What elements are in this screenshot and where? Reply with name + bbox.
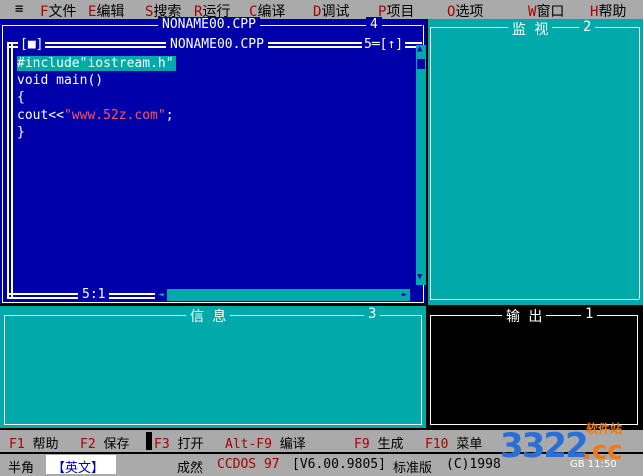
scroll-left-arrow-icon[interactable]: ◄: [155, 289, 167, 301]
menu-label: 窗口: [536, 4, 565, 20]
fkey-make[interactable]: F9 生成: [354, 433, 404, 452]
fkey-save[interactable]: F2 保存: [80, 433, 130, 452]
fkey-label: 菜单: [456, 437, 483, 452]
fkey-compile[interactable]: Alt-F9 编译: [225, 433, 306, 452]
zoom-button[interactable]: 5═[↑]: [362, 37, 406, 52]
watermark-logo: 3322 .cc 软件站 GB 11:50: [498, 418, 643, 476]
menu-label: 帮助: [598, 4, 627, 20]
menu-help[interactable]: H帮助: [590, 1, 626, 21]
back-window-number: 4: [366, 17, 382, 32]
editor-title: NONAME00.CPP: [166, 37, 268, 52]
fkey-label: 编译: [279, 437, 306, 452]
watch-right-border: [639, 27, 640, 299]
menu-label: 选项: [455, 4, 484, 20]
input-mode-box[interactable]: 【英文】: [46, 455, 116, 476]
fkey-label: 打开: [177, 437, 204, 452]
fkey-label: 保存: [103, 437, 130, 452]
menu-debug[interactable]: D调试: [313, 1, 349, 21]
back-window-bottom-border: [2, 302, 424, 303]
watermark-site: 软件站: [586, 422, 623, 436]
input-mode-label: 【英文】: [52, 461, 105, 476]
menu-bar: ≡ F文件 E编辑 S搜索 R运行 C编译 D调试 P项目 O选项 W窗口 H帮…: [0, 0, 643, 21]
fkey-key: Alt-F9: [225, 437, 272, 452]
menu-label: 调试: [321, 4, 350, 20]
system-menu-icon[interactable]: ≡: [15, 1, 23, 17]
menu-label: 编译: [257, 4, 286, 20]
fkey-help[interactable]: F1 帮助: [9, 433, 59, 452]
code-line[interactable]: cout<<"www.52z.com";: [17, 108, 174, 123]
code-line[interactable]: void main(): [17, 73, 103, 88]
vertical-scrollbar[interactable]: ▲ ▼: [416, 45, 426, 285]
code-string: "www.52z.com": [63, 108, 166, 123]
message-bottom-border: [4, 424, 422, 425]
watch-title: 监 视: [508, 19, 553, 39]
close-box-button[interactable]: [■]: [18, 37, 46, 52]
menu-project[interactable]: P项目: [378, 1, 414, 21]
fkey-label: 生成: [377, 437, 404, 452]
watch-panel[interactable]: 监 视 2: [428, 19, 643, 305]
message-right-border: [421, 315, 422, 425]
scroll-right-arrow-icon[interactable]: ►: [399, 289, 410, 301]
menu-window[interactable]: W窗口: [528, 1, 564, 21]
code-line[interactable]: #include"iostream.h": [17, 56, 176, 71]
fkey-key: F9: [354, 437, 370, 452]
brand-prefix: 成然: [177, 461, 204, 476]
fkey-key: F1: [9, 437, 25, 452]
back-window-left-border: [2, 25, 3, 303]
fkey-label: 帮助: [32, 437, 59, 452]
output-number: 1: [581, 306, 598, 322]
fkey-key: F10: [425, 437, 449, 452]
watermark-small: GB 11:50: [570, 459, 617, 470]
output-title: 输 出: [502, 306, 547, 326]
output-left-border: [430, 315, 431, 425]
output-panel[interactable]: 输 出 1: [428, 306, 641, 428]
copyright-label: (C)1998: [446, 457, 501, 472]
fkey-key: F3: [154, 437, 170, 452]
menu-options[interactable]: O选项: [447, 1, 483, 21]
text-cursor-block: [146, 432, 152, 450]
message-panel[interactable]: 信 息 3: [0, 306, 426, 428]
fkey-open[interactable]: F3 打开: [154, 433, 204, 452]
scroll-down-arrow-icon[interactable]: ▼: [417, 273, 425, 282]
fkey-menu[interactable]: F10 菜单: [425, 433, 482, 452]
code-text: ;: [165, 108, 174, 123]
scroll-up-arrow-icon[interactable]: ▲: [417, 45, 425, 54]
menu-label: 项目: [386, 4, 415, 20]
edition-label: 标准版: [393, 461, 433, 476]
code-line[interactable]: }: [17, 125, 25, 140]
fkey-key: F2: [80, 437, 96, 452]
output-right-border: [637, 315, 638, 425]
cursor-position: 5:1: [78, 287, 110, 302]
code-line[interactable]: {: [17, 90, 25, 105]
message-number: 3: [364, 306, 381, 322]
halfwidth-indicator[interactable]: 半角: [8, 457, 34, 476]
message-left-border: [4, 315, 5, 425]
menu-label: 编辑: [96, 4, 125, 20]
back-window-title[interactable]: NONAME00.CPP: [158, 17, 260, 32]
watch-left-border: [430, 27, 431, 299]
watch-number: 2: [579, 19, 596, 35]
menu-edit[interactable]: E编辑: [88, 1, 124, 21]
version-label: [V6.00.9805]: [292, 457, 386, 472]
brand-name: CCDOS 97: [217, 457, 280, 472]
horizontal-scrollbar[interactable]: ◄ ►: [155, 289, 410, 301]
menu-file[interactable]: F文件: [40, 1, 76, 21]
watch-bottom-border: [430, 299, 639, 300]
code-text: cout<<: [17, 108, 64, 123]
scroll-thumb[interactable]: [417, 59, 425, 69]
menu-label: 文件: [48, 4, 77, 20]
message-title: 信 息: [186, 306, 231, 326]
editor-left-border: [7, 42, 13, 297]
